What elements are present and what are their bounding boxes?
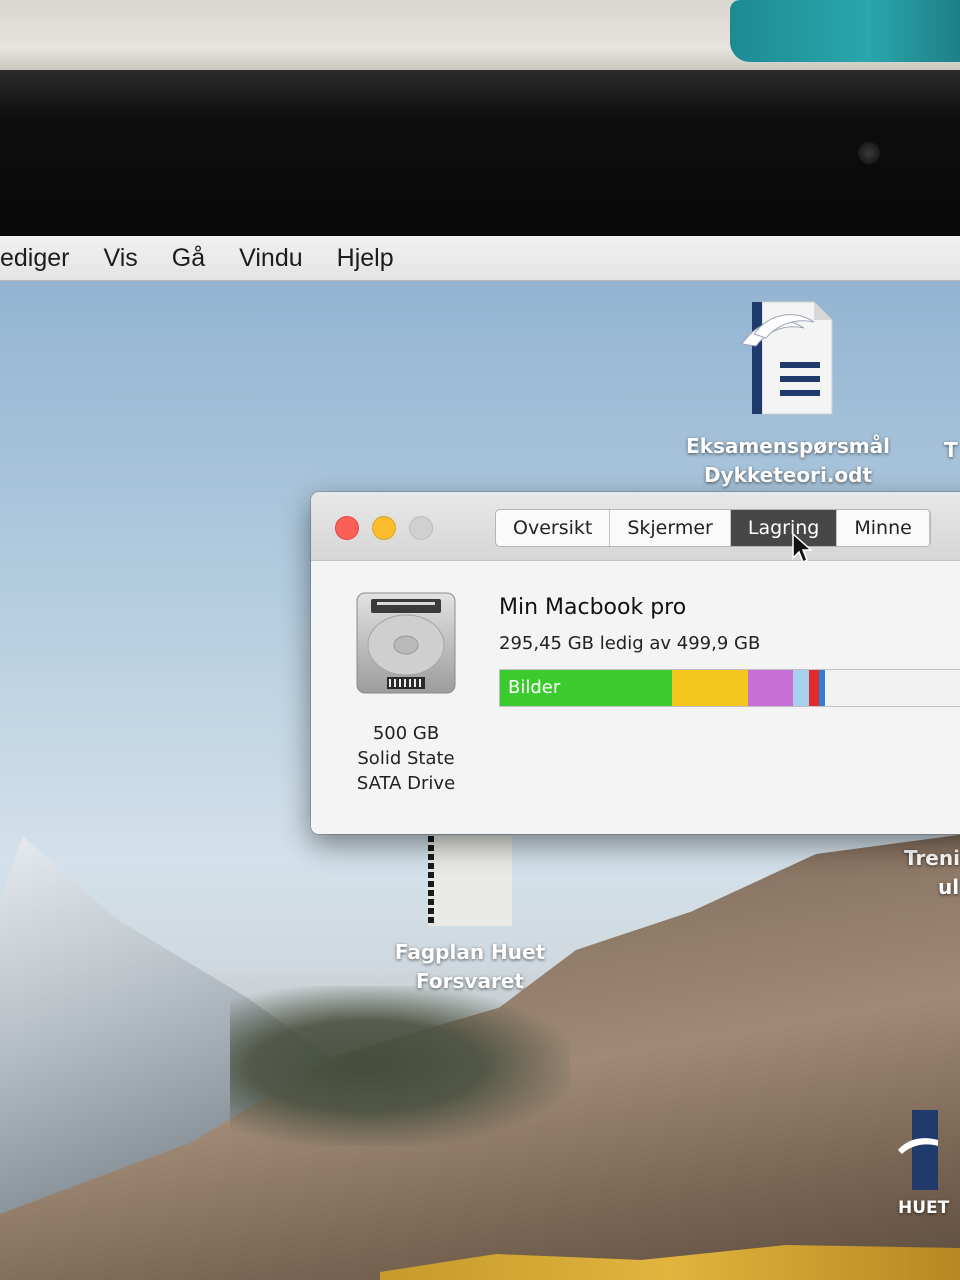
storage-segment[interactable]: Bilder: [500, 670, 672, 706]
storage-segment[interactable]: [825, 670, 960, 706]
tab-displays[interactable]: Skjermer: [610, 510, 731, 546]
laptop-bezel: [0, 70, 960, 240]
storage-segment[interactable]: [809, 670, 820, 706]
desktop-icon-edge-trening[interactable]: Treni ul: [904, 844, 960, 902]
tab-overview[interactable]: Oversikt: [496, 510, 611, 546]
drive-type-line1: Solid State: [357, 748, 455, 769]
menu-bar: ediger Vis Gå Vindu Hjelp: [0, 236, 960, 281]
menu-window[interactable]: Vindu: [239, 244, 303, 273]
wallpaper-trees: [230, 986, 570, 1146]
storage-usage-bar[interactable]: Bilder: [499, 669, 960, 707]
mouse-pointer-icon: [792, 532, 813, 564]
screen: ediger Vis Gå Vindu Hjelp Eksamenspørsmå…: [0, 236, 960, 1280]
menu-view[interactable]: Vis: [104, 244, 138, 273]
drive-size: 500 GB: [372, 723, 440, 744]
desk-object: [730, 0, 960, 62]
menu-go[interactable]: Gå: [172, 244, 205, 273]
storage-segment[interactable]: [671, 670, 749, 706]
desktop-icon-label: ul: [938, 875, 960, 899]
desktop-icon-edge-huet[interactable]: HUET: [898, 1110, 960, 1223]
desktop-icon-label: Eksamenspørsmål: [686, 434, 890, 458]
zoom-button[interactable]: [409, 516, 433, 540]
desktop-icon-eksamen[interactable]: Eksamenspørsmål Dykketeori.odt: [682, 298, 894, 490]
document-thumbnail-icon: [428, 836, 512, 926]
menu-edit[interactable]: ediger: [0, 244, 70, 273]
desktop-icon-edge[interactable]: T: [944, 436, 960, 465]
storage-pane: 500 GB Solid State SATA Drive Min Macboo…: [311, 561, 960, 834]
minimize-button[interactable]: [372, 516, 396, 540]
desktop-icon-label: T: [944, 438, 958, 462]
menu-help[interactable]: Hjelp: [337, 244, 394, 273]
drive-specs: 500 GB Solid State SATA Drive: [331, 721, 481, 796]
storage-segment[interactable]: [748, 670, 794, 706]
desktop-icon-label: Treni: [904, 846, 960, 870]
odt-document-icon: [740, 298, 836, 418]
desktop-icon-label: Fagplan Huet: [394, 940, 546, 964]
about-this-mac-window: Oversikt Skjermer Lagring Minne 500 GB S…: [311, 492, 960, 834]
tab-memory[interactable]: Minne: [837, 510, 930, 546]
desktop-icon-fagplan[interactable]: Fagplan Huet Forsvaret: [380, 836, 560, 996]
drive-name: Min Macbook pro: [499, 595, 687, 620]
window-titlebar[interactable]: Oversikt Skjermer Lagring Minne: [311, 492, 960, 564]
tab-storage[interactable]: Lagring: [730, 510, 838, 546]
tab-bar: Oversikt Skjermer Lagring Minne: [495, 509, 931, 547]
webcam: [858, 142, 880, 164]
huet-logo-icon: [898, 1110, 938, 1190]
hard-drive-icon: [356, 592, 456, 694]
close-button[interactable]: [335, 516, 359, 540]
desktop-icon-label: Forsvaret: [416, 969, 524, 993]
storage-segment[interactable]: [793, 670, 810, 706]
desktop-icon-label: Dykketeori.odt: [703, 463, 873, 487]
storage-segment-label: Bilder: [508, 677, 561, 698]
drive-type-line2: SATA Drive: [356, 773, 456, 794]
desktop-icon-label: HUET: [898, 1198, 950, 1218]
drive-free-space: 295,45 GB ledig av 499,9 GB: [499, 633, 761, 654]
